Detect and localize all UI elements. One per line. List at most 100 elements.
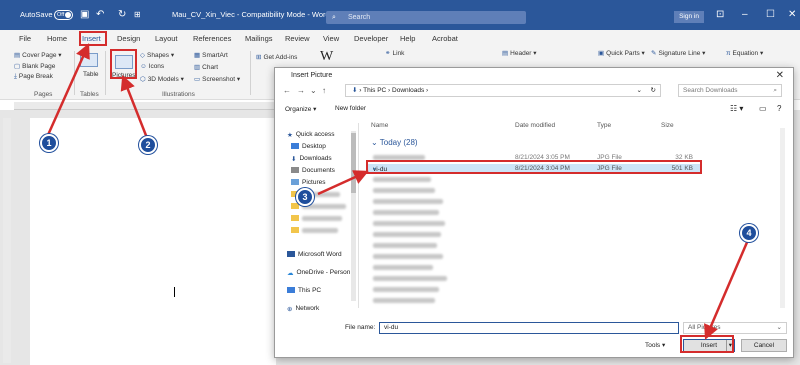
equation-button[interactable]: π Equation ▾ <box>726 49 763 57</box>
column-date-modified[interactable]: Date modified <box>515 122 555 129</box>
column-type[interactable]: Type <box>597 122 611 129</box>
file-type-select[interactable]: All Pictures ⌄ <box>683 322 787 334</box>
tab-layout[interactable]: Layout <box>155 34 178 43</box>
table-row[interactable] <box>367 285 701 295</box>
3d-models-icon: ⬡ <box>140 76 146 83</box>
tab-mailings[interactable]: Mailings <box>245 34 273 43</box>
step-marker-4: 4 <box>740 224 758 242</box>
autosave-toggle[interactable]: Off <box>54 10 73 20</box>
nav-scroll-thumb[interactable] <box>351 133 356 193</box>
refresh-icon[interactable]: ↻ <box>651 85 656 96</box>
table-button[interactable]: Table <box>83 71 99 78</box>
address-bar[interactable]: ⬇ › This PC › Downloads › ⌄ ↻ <box>345 84 661 97</box>
table-row[interactable] <box>367 197 701 207</box>
vertical-ruler[interactable] <box>3 118 11 363</box>
icons-button[interactable]: ☺ Icons <box>140 63 164 70</box>
forward-icon[interactable]: → <box>297 86 305 95</box>
address-dropdown-icon[interactable]: ⌄ <box>637 85 642 96</box>
file-list-scrollbar[interactable] <box>780 128 785 308</box>
blank-page-button[interactable]: ▢ Blank Page <box>14 62 55 70</box>
preview-pane-icon[interactable]: ▭ <box>759 104 767 113</box>
divider <box>250 51 251 95</box>
sign-in-button[interactable]: Sign in <box>674 11 704 23</box>
search-downloads-placeholder: Search Downloads <box>683 87 738 94</box>
page-break-button[interactable]: ⤓ Page Break <box>14 73 53 81</box>
tools-button[interactable]: Tools ▾ <box>645 341 665 349</box>
nav-network[interactable]: ⊕ Network <box>287 305 319 313</box>
table-row[interactable] <box>367 175 701 185</box>
dialog-close-icon[interactable]: ✕ <box>776 70 784 81</box>
table-row[interactable] <box>367 296 701 306</box>
tab-help[interactable]: Help <box>400 34 415 43</box>
tab-home[interactable]: Home <box>47 34 67 43</box>
breadcrumb-downloads[interactable]: Downloads <box>392 87 424 94</box>
cloud-icon: ☁ <box>287 270 294 278</box>
3d-models-button[interactable]: ⬡ 3D Models ▾ <box>140 75 184 83</box>
tab-view[interactable]: View <box>323 34 339 43</box>
tab-acrobat[interactable]: Acrobat <box>432 34 458 43</box>
screenshot-button[interactable]: ▭ Screenshot ▾ <box>194 75 240 83</box>
table-row[interactable] <box>367 274 701 284</box>
save-icon[interactable]: ▣ <box>80 9 89 20</box>
group-header[interactable]: ⌄ Today (28) <box>371 138 418 147</box>
wikipedia-icon[interactable]: W <box>320 49 333 65</box>
table-icon[interactable] <box>80 53 98 67</box>
touch-mode-icon[interactable]: ⊞ <box>134 10 141 19</box>
redo-icon[interactable]: ↻ <box>118 9 126 20</box>
add-ins-icon: ⊞ <box>256 54 262 61</box>
nav-downloads[interactable]: ⬇ Downloads <box>291 155 332 163</box>
search-box[interactable]: ⌕ Search <box>326 11 526 24</box>
table-row[interactable] <box>367 252 701 262</box>
header-button[interactable]: ▤ Header ▾ <box>502 49 537 57</box>
column-name[interactable]: Name <box>371 122 388 129</box>
star-icon: ★ <box>287 132 293 140</box>
signature-line-button[interactable]: ✎ Signature Line ▾ <box>651 49 705 57</box>
quick-parts-button[interactable]: ▣ Quick Parts ▾ <box>598 49 645 57</box>
breadcrumb-this-pc[interactable]: This PC <box>363 87 386 94</box>
tab-references[interactable]: References <box>193 34 231 43</box>
nav-onedrive[interactable]: ☁ OneDrive - Person <box>287 269 350 278</box>
nav-documents[interactable]: Documents <box>291 167 335 174</box>
smartart-button[interactable]: ▦ SmartArt <box>194 51 228 59</box>
file-name-input[interactable]: vi-du <box>379 322 679 334</box>
tab-developer[interactable]: Developer <box>354 34 388 43</box>
shapes-button[interactable]: ◇ Shapes ▾ <box>140 51 174 59</box>
new-folder-button[interactable]: New folder <box>335 105 366 112</box>
dropdown-icon[interactable]: ⌄ <box>310 86 317 95</box>
nav-microsoft-word[interactable]: Microsoft Word <box>287 251 342 258</box>
tab-review[interactable]: Review <box>285 34 310 43</box>
search-downloads-input[interactable]: Search Downloads ⌕ <box>678 84 782 97</box>
close-icon[interactable]: ✕ <box>788 9 796 20</box>
nav-blurred[interactable] <box>291 227 338 234</box>
table-row[interactable] <box>367 263 701 273</box>
get-add-ins-button[interactable]: ⊞ Get Add-ins <box>256 53 297 61</box>
link-button[interactable]: ⚭ Link <box>385 49 404 57</box>
column-size[interactable]: Size <box>661 122 674 129</box>
chart-button[interactable]: ▥ Chart <box>194 63 218 71</box>
undo-icon[interactable]: ↶ <box>96 9 104 20</box>
cover-page-button[interactable]: ▤ Cover Page ▾ <box>14 51 62 59</box>
nav-quick-access[interactable]: ★ Quick access <box>287 131 334 140</box>
nav-this-pc[interactable]: This PC <box>287 287 321 294</box>
organize-button[interactable]: Organize ▾ <box>285 105 316 113</box>
help-icon[interactable]: ? <box>777 104 781 113</box>
nav-desktop[interactable]: Desktop <box>291 143 326 150</box>
table-row[interactable] <box>367 241 701 251</box>
view-options-icon[interactable]: ☷ ▾ <box>730 104 743 113</box>
table-row[interactable] <box>367 186 701 196</box>
horizontal-ruler[interactable] <box>14 102 274 110</box>
back-icon[interactable]: ← <box>283 86 291 95</box>
nav-pictures[interactable]: Pictures <box>291 179 325 186</box>
tab-file[interactable]: File <box>19 34 31 43</box>
maximize-icon[interactable]: ☐ <box>766 9 775 20</box>
up-icon[interactable]: ↑ <box>322 86 326 95</box>
table-row[interactable] <box>367 208 701 218</box>
tab-design[interactable]: Design <box>117 34 140 43</box>
document-page[interactable] <box>30 118 276 365</box>
cancel-button[interactable]: Cancel <box>741 339 787 352</box>
minimize-icon[interactable]: – <box>742 9 748 20</box>
table-row[interactable] <box>367 219 701 229</box>
table-row[interactable] <box>367 230 701 240</box>
ribbon-display-icon[interactable]: ⊡ <box>716 9 724 20</box>
nav-blurred[interactable] <box>291 215 342 222</box>
